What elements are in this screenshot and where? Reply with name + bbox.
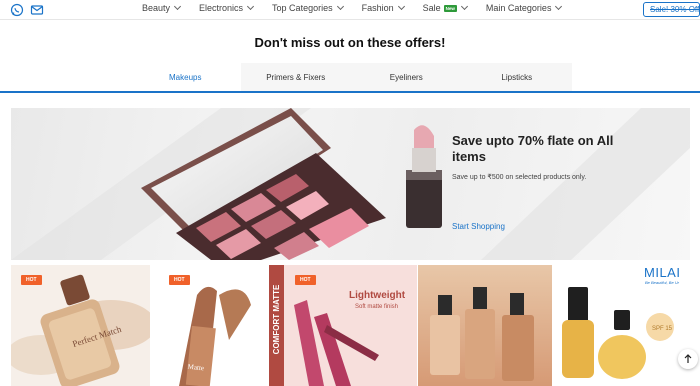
tab-lipsticks[interactable]: Lipsticks bbox=[461, 63, 572, 91]
scroll-to-top-button[interactable] bbox=[678, 349, 698, 369]
spf-label: SPF 15 bbox=[652, 326, 673, 332]
tab-makeups[interactable]: Makeups bbox=[130, 63, 241, 91]
menu-beauty[interactable]: Beauty bbox=[142, 2, 182, 13]
menu-top-categories[interactable]: Top Categories bbox=[272, 2, 344, 13]
product-strip: Perfect Match HOT Matte HOT COMFORT MATT… bbox=[11, 265, 700, 386]
chevron-down-icon bbox=[460, 2, 468, 11]
soft-matte-label: Soft matte finish bbox=[355, 304, 399, 310]
menu-label: Beauty bbox=[142, 3, 171, 13]
sale-button-label: Sale! 30% Off bbox=[650, 5, 700, 14]
tab-underline bbox=[0, 91, 700, 93]
chevron-down-icon bbox=[247, 2, 255, 11]
menu-main-categories[interactable]: Main Categories bbox=[485, 2, 563, 13]
email-icon[interactable] bbox=[30, 3, 44, 17]
product-card[interactable]: COMFORT MATTE Lightweight Soft matte fin… bbox=[269, 265, 417, 386]
banner-subtitle: Save up to ₹500 on selected products onl… bbox=[452, 174, 587, 181]
menu-sale[interactable]: Sale New bbox=[422, 2, 468, 13]
chevron-down-icon bbox=[336, 2, 344, 11]
hot-badge: HOT bbox=[169, 275, 190, 285]
main-menu: Beauty Electronics Top Categories Fashio… bbox=[142, 2, 580, 13]
social-links bbox=[10, 3, 44, 17]
banner-image bbox=[11, 108, 690, 260]
product-card[interactable]: MILAI Be Beautiful, Be Ur SPF 15 bbox=[552, 265, 700, 386]
menu-label: Top Categories bbox=[272, 3, 333, 13]
menu-electronics[interactable]: Electronics bbox=[199, 2, 255, 13]
product-card[interactable]: Matte HOT bbox=[159, 265, 269, 386]
lightweight-label: Lightweight bbox=[349, 290, 406, 301]
foundation-bottles-image bbox=[430, 287, 534, 381]
section-heading: Don't miss out on these offers! bbox=[254, 35, 446, 50]
menu-label: Sale bbox=[422, 3, 441, 13]
banner-title: Save upto 70% flate on All items bbox=[452, 133, 614, 164]
lipliner-image bbox=[294, 300, 379, 386]
lipstick-label: Matte bbox=[187, 363, 204, 373]
hot-badge: HOT bbox=[295, 275, 316, 285]
hot-badge: HOT bbox=[21, 275, 42, 285]
sale-button[interactable]: Sale! 30% Off bbox=[643, 2, 700, 17]
menu-label: Fashion bbox=[361, 3, 394, 13]
lipstick-image bbox=[406, 125, 442, 228]
chevron-down-icon bbox=[397, 2, 405, 11]
start-shopping-link[interactable]: Start Shopping bbox=[452, 222, 505, 231]
whatsapp-icon[interactable] bbox=[10, 3, 24, 17]
promo-banner[interactable]: Save upto 70% flate on All items Save up… bbox=[11, 108, 690, 260]
product-card[interactable]: Perfect Match HOT bbox=[11, 265, 150, 386]
chevron-down-icon bbox=[555, 2, 563, 11]
menu-label: Main Categories bbox=[485, 3, 552, 13]
menu-label: Electronics bbox=[199, 3, 244, 13]
offer-tabs: Makeups Primers & Fixers Eyeliners Lipst… bbox=[130, 63, 572, 91]
top-navigation-bar: Beauty Electronics Top Categories Fashio… bbox=[0, 0, 700, 20]
arrow-up-icon bbox=[684, 354, 692, 363]
milai-bottles-image: SPF 15 bbox=[562, 287, 674, 379]
tab-primers-fixers[interactable]: Primers & Fixers bbox=[240, 63, 351, 91]
chevron-down-icon bbox=[173, 2, 182, 11]
menu-fashion[interactable]: Fashion bbox=[361, 2, 405, 13]
new-badge: New bbox=[443, 4, 457, 12]
tab-eyeliners[interactable]: Eyeliners bbox=[351, 63, 462, 91]
product-card[interactable] bbox=[418, 265, 552, 386]
